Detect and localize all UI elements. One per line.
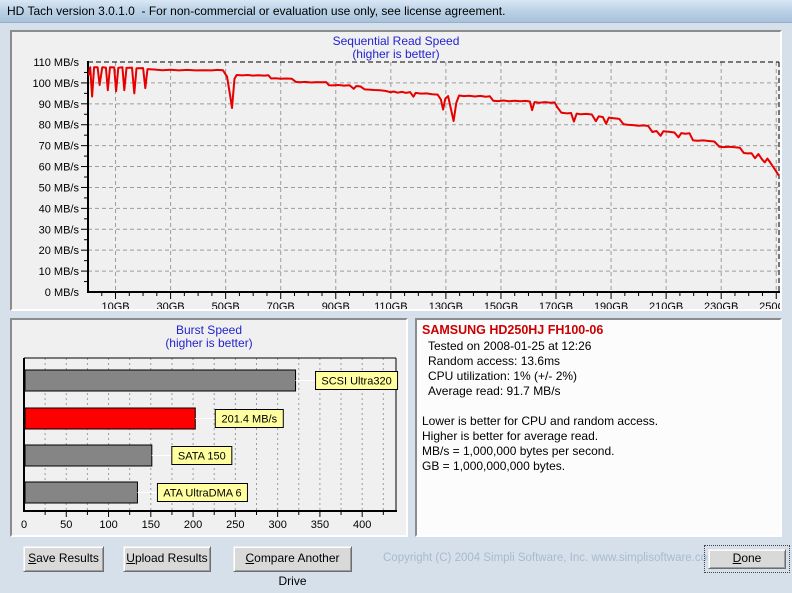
bar-label: ATA UltraDMA 6 [163,488,241,500]
y-tick-label: 50 MB/s [39,182,80,194]
y-tick-label: 10 MB/s [39,266,80,278]
x-tick-label: 190GB [594,301,628,309]
sequential-read-panel: Sequential Read Speed (higher is better)… [10,30,782,311]
y-tick-label: 40 MB/s [39,203,80,215]
window-titlebar[interactable]: HD Tach version 3.0.1.0 - For non-commer… [0,0,792,23]
drive-name: SAMSUNG HD250HJ FH100-06 [422,323,604,337]
x-tick-label: 100 [99,519,117,531]
y-tick-label: 90 MB/s [39,99,80,111]
y-tick-label: 60 MB/s [39,162,80,174]
y-tick-label: 0 MB/s [45,287,80,299]
drive-note-line: Lower is better for CPU and random acces… [422,414,659,428]
x-tick-label: 150 [142,519,160,531]
x-tick-label: 200 [184,519,202,531]
bar-ata-ultradma-6 [24,481,138,504]
x-tick-label: 0 [21,519,27,531]
copyright-text: Copyright (C) 2004 Simpli Software, Inc.… [383,552,717,564]
drive-detail-line: Random access: 13.6ms [428,354,561,368]
drive-note-line: MB/s = 1,000,000 bytes per second. [422,444,615,458]
drive-notes: Lower is better for CPU and random acces… [422,414,780,474]
x-tick-label: 230GB [704,301,738,309]
y-tick-label: 20 MB/s [39,245,80,257]
x-tick-label: 50 [60,519,72,531]
bar-scsi-ultra320 [24,369,297,392]
drive-detail-line: CPU utilization: 1% (+/- 2%) [428,369,578,383]
bar-sata-150 [24,444,153,467]
x-tick-label: 130GB [429,301,463,309]
upload-results-button[interactable]: Upload Results [123,546,211,572]
drive-note-line: GB = 1,000,000,000 bytes. [422,459,566,473]
bar-label: 201.4 MB/s [221,414,277,426]
x-tick-label: 210GB [649,301,683,309]
x-tick-label: 250GB [759,301,780,309]
done-button[interactable]: Done [708,549,786,569]
x-tick-label: 70GB [267,301,295,309]
x-tick-label: 30GB [157,301,185,309]
window-title: HD Tach version 3.0.1.0 - For non-commer… [7,4,506,18]
save-results-button[interactable]: Save Results [23,546,104,572]
x-tick-label: 150GB [484,301,518,309]
drive-detail-line: Tested on 2008-01-25 at 12:26 [428,339,592,353]
sequential-read-chart: 0 MB/s 10 MB/s 20 MB/s 30 MB/s 40 MB/s 50 MB/… [33,57,780,309]
drive-info-panel: SAMSUNG HD250HJ FH100-06 Tested on 2008-… [415,318,782,537]
x-tick-label: 300 [268,519,286,531]
x-tick-label: 90GB [322,301,350,309]
drive-detail-line: Average read: 91.7 MB/s [428,384,561,398]
y-tick-label: 70 MB/s [39,141,80,153]
done-button-focus-ring: Done [704,545,790,573]
y-tick-label: 80 MB/s [39,120,80,132]
x-tick-label: 250 [226,519,244,531]
y-tick-label: 110 MB/s [33,57,79,69]
y-tick-label: 30 MB/s [39,224,80,236]
x-tick-label: 50GB [212,301,240,309]
burst-speed-panel: Burst Speed (higher is better) SCSI Ultr… [10,318,408,537]
x-tick-label: 170GB [539,301,573,309]
drive-details: Tested on 2008-01-25 at 12:26 Random acce… [428,339,780,399]
x-tick-label: 10GB [101,301,129,309]
bar-tested-drive [24,407,196,430]
x-tick-label: 350 [311,519,329,531]
x-tick-label: 110GB [374,301,407,309]
compare-another-drive-button[interactable]: Compare Another Drive [233,546,352,588]
bar-label: SATA 150 [178,451,226,463]
bar-label: SCSI Ultra320 [321,376,391,388]
burst-speed-chart: SCSI Ultra320 201.4 MB/s SATA 150 ATA Ultra… [21,357,399,531]
drive-note-line: Higher is better for average read. [422,429,599,443]
y-tick-label: 100 MB/s [33,78,80,90]
x-tick-label: 400 [353,519,371,531]
